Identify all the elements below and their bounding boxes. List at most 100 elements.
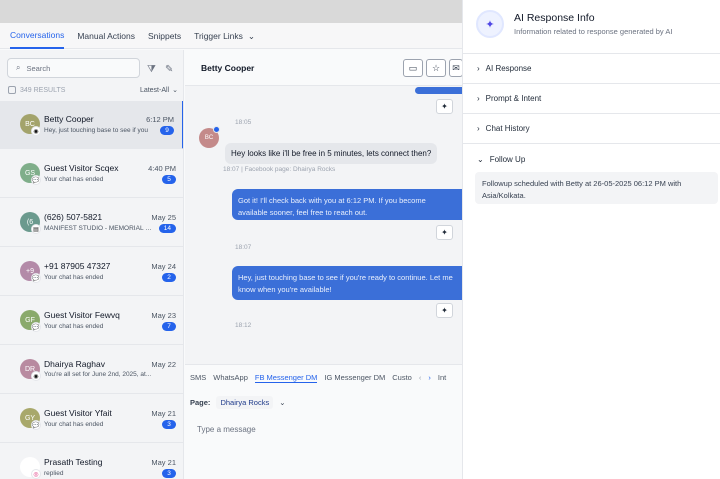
messenger-icon: ◉: [31, 371, 41, 381]
conversation-name: Prasath Testing: [44, 457, 103, 467]
channel-tab-whatsapp[interactable]: WhatsApp: [213, 373, 248, 383]
chevron-down-icon: ⌄: [172, 87, 178, 94]
conversation-name: (626) 507-5821: [44, 212, 103, 222]
channel-tab-fb-messenger[interactable]: FB Messenger DM: [254, 373, 318, 383]
conversation-preview: MANIFEST STUDIO - MEMORIAL DAY: [44, 225, 154, 232]
conversation-preview: Your chat has ended: [44, 176, 104, 183]
unread-badge: 14: [158, 224, 176, 233]
filter-icon[interactable]: ⧩: [147, 64, 156, 75]
select-all-checkbox[interactable]: [8, 86, 16, 94]
chevron-right-icon: ›: [477, 94, 480, 103]
unread-badge: 7: [162, 322, 176, 331]
chevron-down-icon[interactable]: ⌄: [279, 398, 285, 407]
star-button[interactable]: ☆: [426, 59, 446, 77]
chevron-down-icon: ⌄: [477, 154, 484, 164]
main-tabs: Conversations Manual Actions Snippets Tr…: [0, 23, 462, 49]
folder-button[interactable]: ▭: [403, 59, 423, 77]
avatar: +9 💬: [20, 261, 41, 283]
mail-icon: ✉: [452, 62, 460, 73]
search-input[interactable]: ⌕ Search: [7, 58, 140, 78]
unread-badge: 9: [160, 126, 174, 135]
conversation-time: May 25: [151, 212, 176, 222]
message-bubble-outgoing: Got it! I'll check back with you at 6:12…: [232, 189, 462, 220]
ai-response-panel: ✦ AI Response Info Information related t…: [462, 0, 720, 479]
messenger-icon: ◉: [31, 126, 41, 136]
message-bubble-outgoing: [415, 87, 462, 94]
conversation-name: Guest Visitor Scqex: [44, 163, 119, 173]
section-follow-up[interactable]: ⌄ Follow Up: [463, 144, 720, 174]
scroll-left-icon[interactable]: ‹: [419, 373, 422, 383]
message-bubble-incoming: Hey looks like i'll be free in 5 minutes…: [225, 143, 438, 164]
followup-info: Followup scheduled with Betty at 26-05-2…: [475, 172, 718, 204]
chevron-right-icon: ›: [477, 64, 480, 73]
avatar: GY 💬: [20, 408, 41, 430]
panel-title: AI Response Info: [514, 12, 595, 24]
conversation-item[interactable]: ◎ Prasath Testing May 21 replied 3: [0, 444, 183, 479]
conversation-name: Dhairya Raghav: [44, 359, 105, 369]
conversation-name: Guest Visitor Yfait: [44, 408, 112, 418]
conversation-time: May 22: [151, 359, 176, 369]
channel-tab-sms[interactable]: SMS: [190, 373, 206, 383]
avatar: GF 💬: [20, 310, 41, 332]
message-time: 18:07: [235, 244, 252, 251]
ai-info-button[interactable]: ✦: [436, 303, 453, 318]
star-icon: ☆: [431, 62, 441, 73]
conversation-item[interactable]: +9 💬 +91 87905 47327 May 24 Your chat has en…: [0, 248, 183, 296]
compose-icon[interactable]: ✎: [165, 64, 173, 75]
mail-button[interactable]: ✉: [449, 59, 463, 77]
conversation-item[interactable]: DR ◉ Dhairya Raghav May 22 You're all set fo…: [0, 346, 183, 394]
channel-tabs: SMS WhatsApp FB Messenger DM IG Messenge…: [190, 373, 446, 383]
contact-name: Betty Cooper: [201, 62, 255, 73]
chat-icon: 💬: [31, 273, 41, 283]
conversation-name: Guest Visitor Fewvq: [44, 310, 120, 320]
scroll-right-icon[interactable]: ›: [428, 373, 431, 383]
tab-conversations[interactable]: Conversations: [10, 23, 65, 49]
chevron-right-icon: ›: [477, 124, 480, 133]
page-dropdown[interactable]: Dhairya Rocks: [216, 396, 274, 409]
message-bubble-outgoing: Hey, just touching base to see if you're…: [232, 266, 462, 300]
conversation-item[interactable]: GF 💬 Guest Visitor Fewvq May 23 Your chat ha…: [0, 297, 183, 345]
conversation-preview: You're all set for June 2nd, 2025, at...: [44, 371, 152, 378]
conversation-name: +91 87905 47327: [44, 261, 111, 271]
channel-tab-ig-messenger[interactable]: IG Messenger DM: [324, 373, 385, 383]
conversation-item[interactable]: GS 💬 Guest Visitor Scqex 4:40 PM Your chat h…: [0, 150, 183, 198]
message-time: 18:12: [235, 322, 252, 329]
conversation-time: 6:12 PM: [146, 114, 174, 124]
conversation-preview: Your chat has ended: [44, 274, 104, 281]
conversation-time: May 23: [151, 310, 176, 320]
chevron-down-icon: ⌄: [247, 30, 256, 41]
folder-icon: ▭: [408, 62, 418, 73]
channel-tab-custom[interactable]: Custo: [392, 373, 412, 383]
chat-icon: 💬: [31, 420, 41, 430]
section-ai-response[interactable]: › AI Response: [463, 54, 720, 84]
tab-snippets[interactable]: Snippets: [148, 23, 181, 49]
conversation-preview: replied: [44, 470, 64, 477]
message-time: 18:05: [235, 119, 252, 126]
sparkle-icon: ✦: [441, 306, 448, 315]
tab-trigger-links[interactable]: Trigger Links ⌄: [194, 23, 255, 49]
message-input[interactable]: Type a message: [197, 425, 256, 434]
conversation-list-panel: ⌕ Search ⧩ ✎ 349 RESULTS Latest-All ⌄ BC ◉…: [0, 50, 184, 479]
conversation-time: May 21: [151, 457, 176, 467]
sparkle-icon: ✦: [441, 228, 448, 237]
conversation-item[interactable]: BC ◉ Betty Cooper 6:12 PM Hey, just touching…: [0, 101, 183, 149]
sms-icon: ▤: [31, 224, 41, 234]
message-composer: SMS WhatsApp FB Messenger DM IG Messenge…: [185, 364, 462, 479]
conversation-item[interactable]: GY 💬 Guest Visitor Yfait May 21 Your chat ha…: [0, 395, 183, 443]
sparkle-icon: ✦: [476, 10, 504, 38]
conversation-preview: Hey, just touching base to see if you: [44, 127, 148, 134]
channel-tab-internal[interactable]: Int: [438, 373, 446, 383]
ai-info-button[interactable]: ✦: [436, 225, 453, 240]
tab-manual-actions[interactable]: Manual Actions: [77, 23, 135, 49]
conversation-time: 4:40 PM: [148, 163, 176, 173]
conversation-time: May 24: [151, 261, 176, 271]
sort-dropdown[interactable]: Latest-All ⌄: [140, 86, 178, 95]
results-bar: 349 RESULTS Latest-All ⌄: [8, 84, 178, 96]
section-chat-history[interactable]: › Chat History: [463, 114, 720, 144]
section-prompt-intent[interactable]: › Prompt & Intent: [463, 84, 720, 114]
conversation-time: May 21: [151, 408, 176, 418]
avatar: GS 💬: [20, 163, 41, 185]
ai-info-button[interactable]: ✦: [436, 99, 453, 114]
chat-area: Betty Cooper ▭ ☆ ✉ ✦ 18:05 BC Hey looks …: [185, 50, 463, 479]
conversation-item[interactable]: (6 ▤ (626) 507-5821 May 25 MANIFEST STUDIO -…: [0, 199, 183, 247]
